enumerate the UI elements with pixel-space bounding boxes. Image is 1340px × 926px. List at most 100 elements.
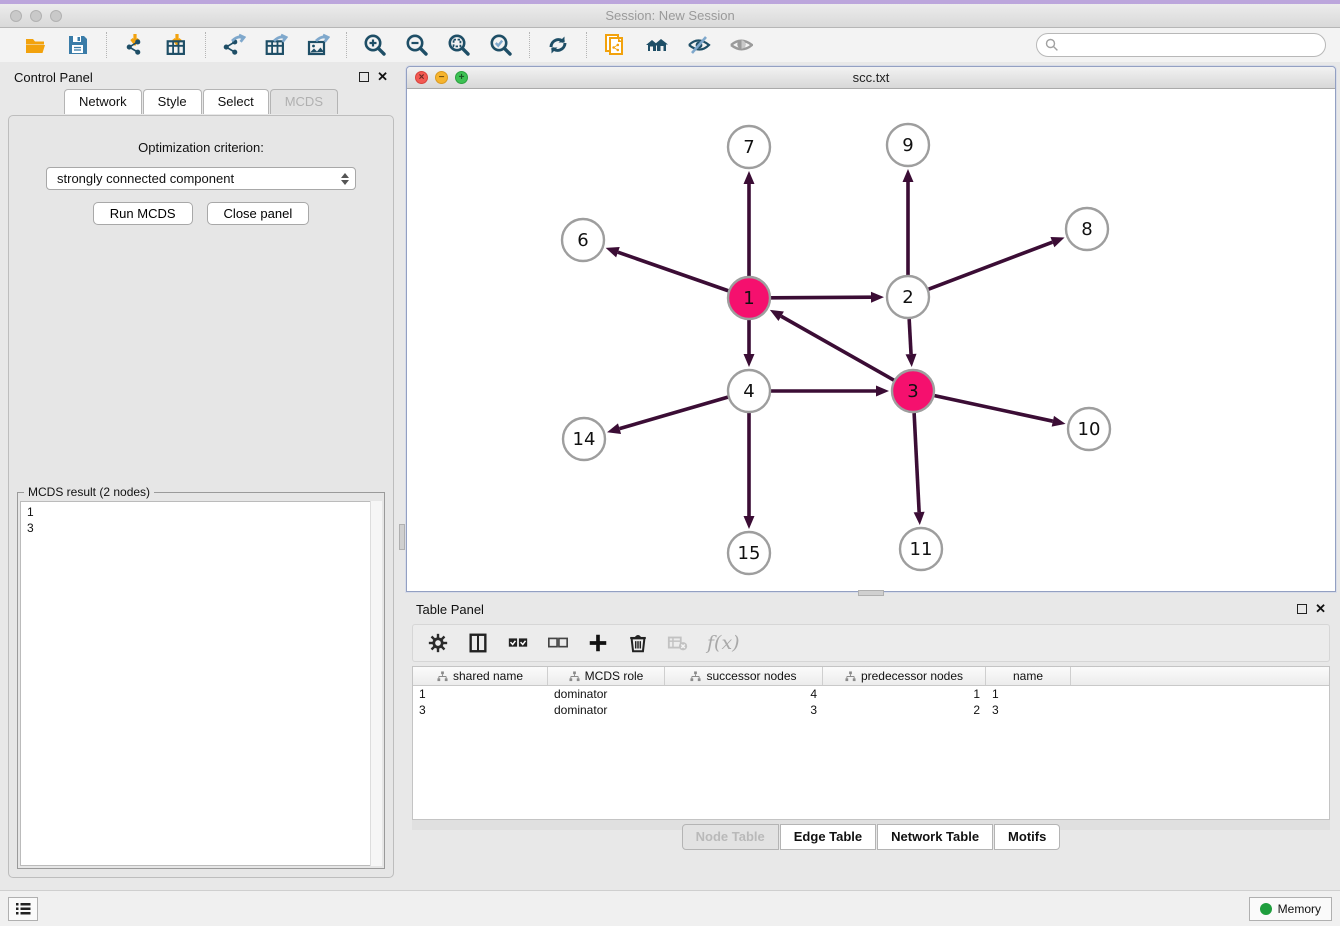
delete-column-button[interactable] [627, 632, 649, 654]
table-cell[interactable]: 1 [986, 687, 1071, 701]
apply-layout-button[interactable] [544, 32, 572, 58]
zoom-in-button[interactable] [361, 32, 389, 58]
node-table[interactable]: shared nameMCDS rolesuccessor nodesprede… [412, 666, 1330, 820]
tab-network-table[interactable]: Network Table [877, 824, 993, 850]
memory-button[interactable]: Memory [1249, 897, 1332, 921]
network-close-icon[interactable]: × [415, 71, 428, 84]
graph-node-6[interactable]: 6 [562, 219, 604, 261]
import-table-button[interactable] [163, 32, 191, 58]
attribute-type-icon [690, 671, 701, 682]
tab-network[interactable]: Network [64, 89, 142, 114]
import-network-button[interactable] [121, 32, 149, 58]
column-header-successor-nodes[interactable]: successor nodes [665, 667, 823, 685]
edge-arrowhead [903, 169, 914, 182]
network-titlebar[interactable]: × − + scc.txt [407, 67, 1335, 89]
minimize-window-button[interactable] [30, 10, 42, 22]
zoom-out-button[interactable] [403, 32, 431, 58]
export-image-button[interactable] [304, 32, 332, 58]
graph-node-3[interactable]: 3 [892, 370, 934, 412]
zoom-selected-button[interactable] [487, 32, 515, 58]
run-mcds-button[interactable]: Run MCDS [93, 202, 193, 225]
graph-node-2[interactable]: 2 [887, 276, 929, 318]
graph-node-8[interactable]: 8 [1066, 208, 1108, 250]
first-neighbors-button[interactable] [643, 32, 671, 58]
table-settings-button[interactable] [427, 632, 449, 654]
export-image-icon [306, 33, 330, 57]
graph-node-9[interactable]: 9 [887, 124, 929, 166]
duplicate-network-button[interactable] [601, 32, 629, 58]
float-panel-icon[interactable] [359, 72, 369, 82]
mcds-result-list[interactable]: 1 3 [20, 501, 382, 866]
search-input[interactable] [1063, 38, 1317, 52]
graph-node-11[interactable]: 11 [900, 528, 942, 570]
network-canvas[interactable]: 7 9 6 8 1 2 4 3 14 10 15 11 [407, 89, 1335, 591]
tab-mcds[interactable]: MCDS [270, 89, 338, 114]
tab-style[interactable]: Style [143, 89, 202, 114]
maximize-window-button[interactable] [50, 10, 62, 22]
hide-graphics-icon [687, 33, 711, 57]
save-session-button[interactable] [64, 32, 92, 58]
table-cell[interactable]: 1 [413, 687, 548, 701]
table-cell[interactable]: 1 [823, 687, 986, 701]
table-cell[interactable]: 2 [823, 703, 986, 717]
float-table-panel-icon[interactable] [1297, 604, 1307, 614]
edge-arrowhead [876, 386, 889, 397]
table-cell[interactable]: dominator [548, 703, 665, 717]
table-cell[interactable]: 3 [986, 703, 1071, 717]
graph-node-4[interactable]: 4 [728, 370, 770, 412]
edge-4-14[interactable] [620, 397, 728, 429]
edge-2-8[interactable] [929, 242, 1053, 289]
edge-3-11[interactable] [914, 413, 919, 512]
search-box[interactable] [1036, 33, 1326, 57]
criterion-dropdown[interactable]: strongly connected component [46, 167, 356, 190]
graph-node-15[interactable]: 15 [728, 532, 770, 574]
table-cell[interactable]: 4 [665, 687, 823, 701]
network-maximize-icon[interactable]: + [455, 71, 468, 84]
zoom-fit-button[interactable] [445, 32, 473, 58]
edge-1-2[interactable] [771, 297, 871, 298]
network-minimize-icon[interactable]: − [435, 71, 448, 84]
tab-select[interactable]: Select [203, 89, 269, 114]
export-table-button[interactable] [262, 32, 290, 58]
add-column-button[interactable] [587, 632, 609, 654]
table-cell[interactable]: 3 [665, 703, 823, 717]
graph-node-7[interactable]: 7 [728, 126, 770, 168]
column-header-shared-name[interactable]: shared name [413, 667, 548, 685]
table-cell[interactable]: dominator [548, 687, 665, 701]
tab-edge-table[interactable]: Edge Table [780, 824, 876, 850]
task-history-button[interactable] [8, 897, 38, 921]
column-header-predecessor-nodes[interactable]: predecessor nodes [823, 667, 986, 685]
table-cell[interactable]: 3 [413, 703, 548, 717]
close-panel-icon[interactable]: ✕ [377, 72, 388, 82]
edge-3-10[interactable] [935, 396, 1053, 422]
graph-node-14[interactable]: 14 [563, 418, 605, 460]
close-table-panel-icon[interactable]: ✕ [1315, 604, 1326, 614]
table-row[interactable]: 1dominator411 [413, 686, 1329, 702]
horizontal-splitter-handle[interactable] [858, 590, 884, 596]
tab-motifs[interactable]: Motifs [994, 824, 1060, 850]
node-label: 14 [573, 429, 596, 450]
result-scrollbar[interactable] [370, 501, 382, 866]
deselect-all-icon [547, 632, 569, 654]
table-row[interactable]: 3dominator323 [413, 702, 1329, 718]
close-panel-button[interactable]: Close panel [207, 202, 310, 225]
edge-1-6[interactable] [618, 252, 728, 291]
tab-node-table[interactable]: Node Table [682, 824, 779, 850]
edge-3-1[interactable] [781, 316, 894, 380]
open-session-button[interactable] [22, 32, 50, 58]
hide-graphics-button[interactable] [685, 32, 713, 58]
close-window-button[interactable] [10, 10, 22, 22]
edge-2-3[interactable] [909, 319, 911, 354]
window-controls[interactable] [10, 10, 62, 22]
column-header-MCDS-role[interactable]: MCDS role [548, 667, 665, 685]
column-header-name[interactable]: name [986, 667, 1071, 685]
vertical-splitter-handle[interactable] [399, 524, 405, 550]
edge-arrowhead [871, 292, 884, 303]
export-network-button[interactable] [220, 32, 248, 58]
select-all-button[interactable] [507, 632, 529, 654]
deselect-all-button[interactable] [547, 632, 569, 654]
graph-node-1[interactable]: 1 [728, 277, 770, 319]
node-label: 7 [743, 137, 754, 158]
column-visibility-button[interactable] [467, 632, 489, 654]
graph-node-10[interactable]: 10 [1068, 408, 1110, 450]
